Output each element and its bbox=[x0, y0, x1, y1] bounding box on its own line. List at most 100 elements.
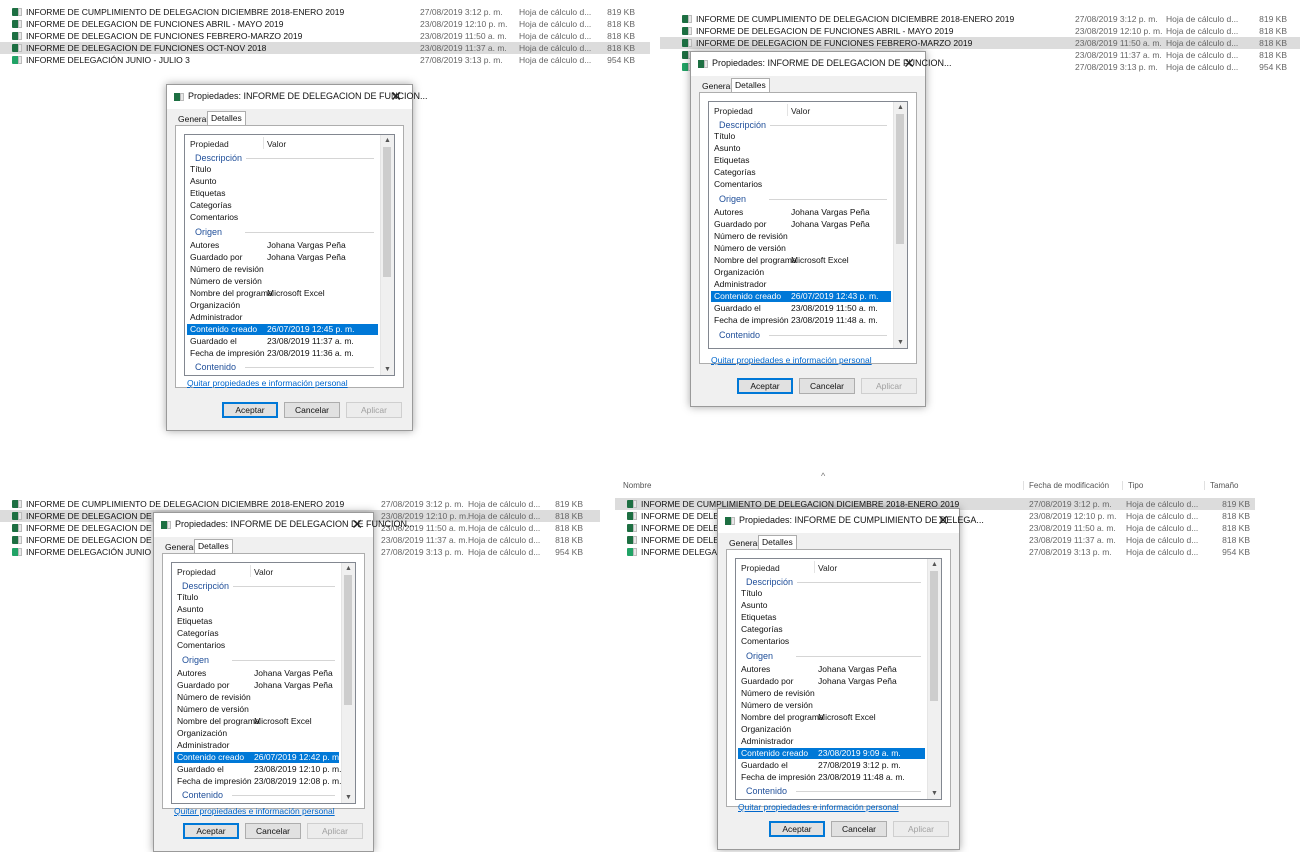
column-value[interactable]: Valor bbox=[818, 563, 837, 573]
property-row[interactable]: Categorías bbox=[709, 167, 893, 178]
property-row[interactable]: Nombre del programa Microsoft Excel bbox=[709, 255, 893, 266]
property-row[interactable]: Número de revisión bbox=[185, 264, 380, 275]
scroll-thumb[interactable] bbox=[930, 571, 938, 701]
cancel-button[interactable]: Cancelar bbox=[284, 402, 340, 418]
property-row[interactable]: Categorías bbox=[172, 628, 341, 639]
scroll-thumb[interactable] bbox=[896, 114, 904, 244]
property-row[interactable]: Número de versión bbox=[736, 700, 927, 711]
tab-details[interactable]: Detalles bbox=[207, 111, 246, 126]
scrollbar[interactable]: ▲ ▼ bbox=[380, 135, 394, 375]
file-row[interactable]: INFORME DE CUMPLIMIENTO DE DELEGACION DI… bbox=[0, 498, 600, 510]
file-row[interactable]: INFORME DE CUMPLIMIENTO DE DELEGACION DI… bbox=[660, 13, 1300, 25]
column-date[interactable]: Fecha de modificación bbox=[1023, 481, 1109, 490]
ok-button[interactable]: Aceptar bbox=[769, 821, 825, 837]
property-row[interactable]: Guardado el 27/08/2019 3:12 p. m. bbox=[736, 760, 927, 771]
column-size[interactable]: Tamaño bbox=[1204, 481, 1238, 490]
property-row-selected[interactable]: Contenido creado 26/07/2019 12:42 p. m. bbox=[174, 752, 341, 763]
apply-button[interactable]: Aplicar bbox=[861, 378, 917, 394]
scroll-down-icon[interactable]: ▼ bbox=[345, 794, 352, 801]
property-row[interactable]: Comentarios bbox=[185, 212, 380, 223]
file-row[interactable]: INFORME DE CUMPLIMIENTO DE DELEGACION DI… bbox=[0, 6, 650, 18]
scroll-up-icon[interactable]: ▲ bbox=[384, 137, 391, 144]
scroll-down-icon[interactable]: ▼ bbox=[384, 366, 391, 373]
property-row[interactable]: Asunto bbox=[736, 600, 927, 611]
close-icon[interactable]: ✕ bbox=[390, 88, 402, 105]
file-row[interactable]: INFORME DE DELEGACION DE FUNCIONES FEBRE… bbox=[0, 30, 650, 42]
property-row[interactable]: Nombre del programa Microsoft Excel bbox=[172, 716, 341, 727]
dialog-titlebar[interactable]: Propiedades: INFORME DE DELEGACION DE FU… bbox=[691, 52, 952, 76]
property-row[interactable]: Título bbox=[185, 164, 380, 175]
chevron-up-icon[interactable]: ^ bbox=[821, 471, 825, 481]
tab-details[interactable]: Detalles bbox=[194, 539, 233, 554]
dialog-titlebar[interactable]: Propiedades: INFORME DE DELEGACION DE FU… bbox=[167, 85, 428, 109]
tab-general[interactable]: General bbox=[726, 537, 762, 549]
cancel-button[interactable]: Cancelar bbox=[799, 378, 855, 394]
remove-properties-link[interactable]: Quitar propiedades e información persona… bbox=[738, 802, 899, 812]
property-row[interactable]: Organización bbox=[736, 724, 927, 735]
property-row[interactable]: Administrador bbox=[172, 740, 341, 751]
file-row[interactable]: INFORME DELEGACIÓN JUNIO - JULIO 3 27/08… bbox=[0, 54, 650, 66]
property-row[interactable]: Fecha de impresión 23/08/2019 11:36 a. m. bbox=[185, 348, 380, 359]
property-row[interactable]: Título bbox=[172, 592, 341, 603]
apply-button[interactable]: Aplicar bbox=[893, 821, 949, 837]
property-row[interactable]: Etiquetas bbox=[736, 612, 927, 623]
property-row[interactable]: Etiquetas bbox=[185, 188, 380, 199]
apply-button[interactable]: Aplicar bbox=[307, 823, 363, 839]
column-property[interactable]: Propiedad bbox=[714, 106, 753, 116]
column-type[interactable]: Tipo bbox=[1122, 481, 1143, 490]
property-row[interactable]: Comentarios bbox=[736, 636, 927, 647]
close-icon[interactable]: ✕ bbox=[937, 512, 949, 529]
tab-general[interactable]: General bbox=[162, 541, 198, 553]
close-icon[interactable]: ✕ bbox=[903, 55, 915, 72]
property-row[interactable]: Número de revisión bbox=[736, 688, 927, 699]
property-row[interactable]: Fecha de impresión 23/08/2019 11:48 a. m. bbox=[709, 315, 893, 326]
cancel-button[interactable]: Cancelar bbox=[831, 821, 887, 837]
ok-button[interactable]: Aceptar bbox=[222, 402, 278, 418]
property-row[interactable]: Asunto bbox=[709, 143, 893, 154]
property-row[interactable]: Administrador bbox=[709, 279, 893, 290]
property-list[interactable]: Propiedad Valor Descripción Título Asunt… bbox=[184, 134, 395, 376]
column-property[interactable]: Propiedad bbox=[741, 563, 780, 573]
property-row[interactable]: Organización bbox=[172, 728, 341, 739]
property-row[interactable]: Comentarios bbox=[172, 640, 341, 651]
cancel-button[interactable]: Cancelar bbox=[245, 823, 301, 839]
file-row-selected[interactable]: INFORME DE DELEGACION DE FUNCIONES FEBRE… bbox=[660, 37, 1300, 49]
property-row[interactable]: Guardado el 23/08/2019 11:50 a. m. bbox=[709, 303, 893, 314]
property-row-selected[interactable]: Contenido creado 23/08/2019 9:09 a. m. bbox=[738, 748, 925, 759]
property-row[interactable]: Administrador bbox=[185, 312, 380, 323]
column-value[interactable]: Valor bbox=[267, 139, 286, 149]
remove-properties-link[interactable]: Quitar propiedades e información persona… bbox=[174, 806, 335, 816]
property-row[interactable]: Guardado por Johana Vargas Peña bbox=[736, 676, 927, 687]
property-row[interactable]: Guardado por Johana Vargas Peña bbox=[172, 680, 341, 691]
close-icon[interactable]: ✕ bbox=[351, 516, 363, 533]
file-row[interactable]: INFORME DE DELEGACION DE FUNCIONES ABRIL… bbox=[0, 18, 650, 30]
property-row[interactable]: Número de versión bbox=[709, 243, 893, 254]
column-property[interactable]: Propiedad bbox=[177, 567, 216, 577]
scroll-up-icon[interactable]: ▲ bbox=[897, 104, 904, 111]
column-value[interactable]: Valor bbox=[791, 106, 810, 116]
scroll-up-icon[interactable]: ▲ bbox=[931, 561, 938, 568]
property-row[interactable]: Nombre del programa Microsoft Excel bbox=[185, 288, 380, 299]
scroll-down-icon[interactable]: ▼ bbox=[931, 790, 938, 797]
apply-button[interactable]: Aplicar bbox=[346, 402, 402, 418]
remove-properties-link[interactable]: Quitar propiedades e información persona… bbox=[711, 355, 872, 365]
property-row[interactable]: Fecha de impresión 23/08/2019 12:08 p. m. bbox=[172, 776, 341, 787]
property-row[interactable]: Autores Johana Vargas Peña bbox=[709, 207, 893, 218]
property-row[interactable]: Nombre del programa Microsoft Excel bbox=[736, 712, 927, 723]
dialog-titlebar[interactable]: Propiedades: INFORME DE CUMPLIMIENTO DE … bbox=[718, 509, 984, 533]
remove-properties-link[interactable]: Quitar propiedades e información persona… bbox=[187, 378, 348, 388]
property-row[interactable]: Guardado el 23/08/2019 12:10 p. m. bbox=[172, 764, 341, 775]
scrollbar[interactable]: ▲ ▼ bbox=[341, 563, 355, 803]
property-row[interactable]: Etiquetas bbox=[172, 616, 341, 627]
property-row[interactable]: Autores Johana Vargas Peña bbox=[736, 664, 927, 675]
property-row-selected[interactable]: Contenido creado 26/07/2019 12:45 p. m. bbox=[187, 324, 378, 335]
property-row[interactable]: Administrador bbox=[736, 736, 927, 747]
file-row[interactable]: INFORME DE DELEGACION DE FUNCIONES ABRIL… bbox=[660, 25, 1300, 37]
property-row-selected[interactable]: Contenido creado 26/07/2019 12:43 p. m. bbox=[711, 291, 891, 302]
property-row[interactable]: Asunto bbox=[172, 604, 341, 615]
tab-general[interactable]: General bbox=[699, 80, 735, 92]
scroll-up-icon[interactable]: ▲ bbox=[345, 565, 352, 572]
property-row[interactable]: Número de versión bbox=[185, 276, 380, 287]
file-row-selected[interactable]: INFORME DE DELEGACION DE FUNCIONES OCT-N… bbox=[0, 42, 650, 54]
property-row[interactable]: Categorías bbox=[736, 624, 927, 635]
